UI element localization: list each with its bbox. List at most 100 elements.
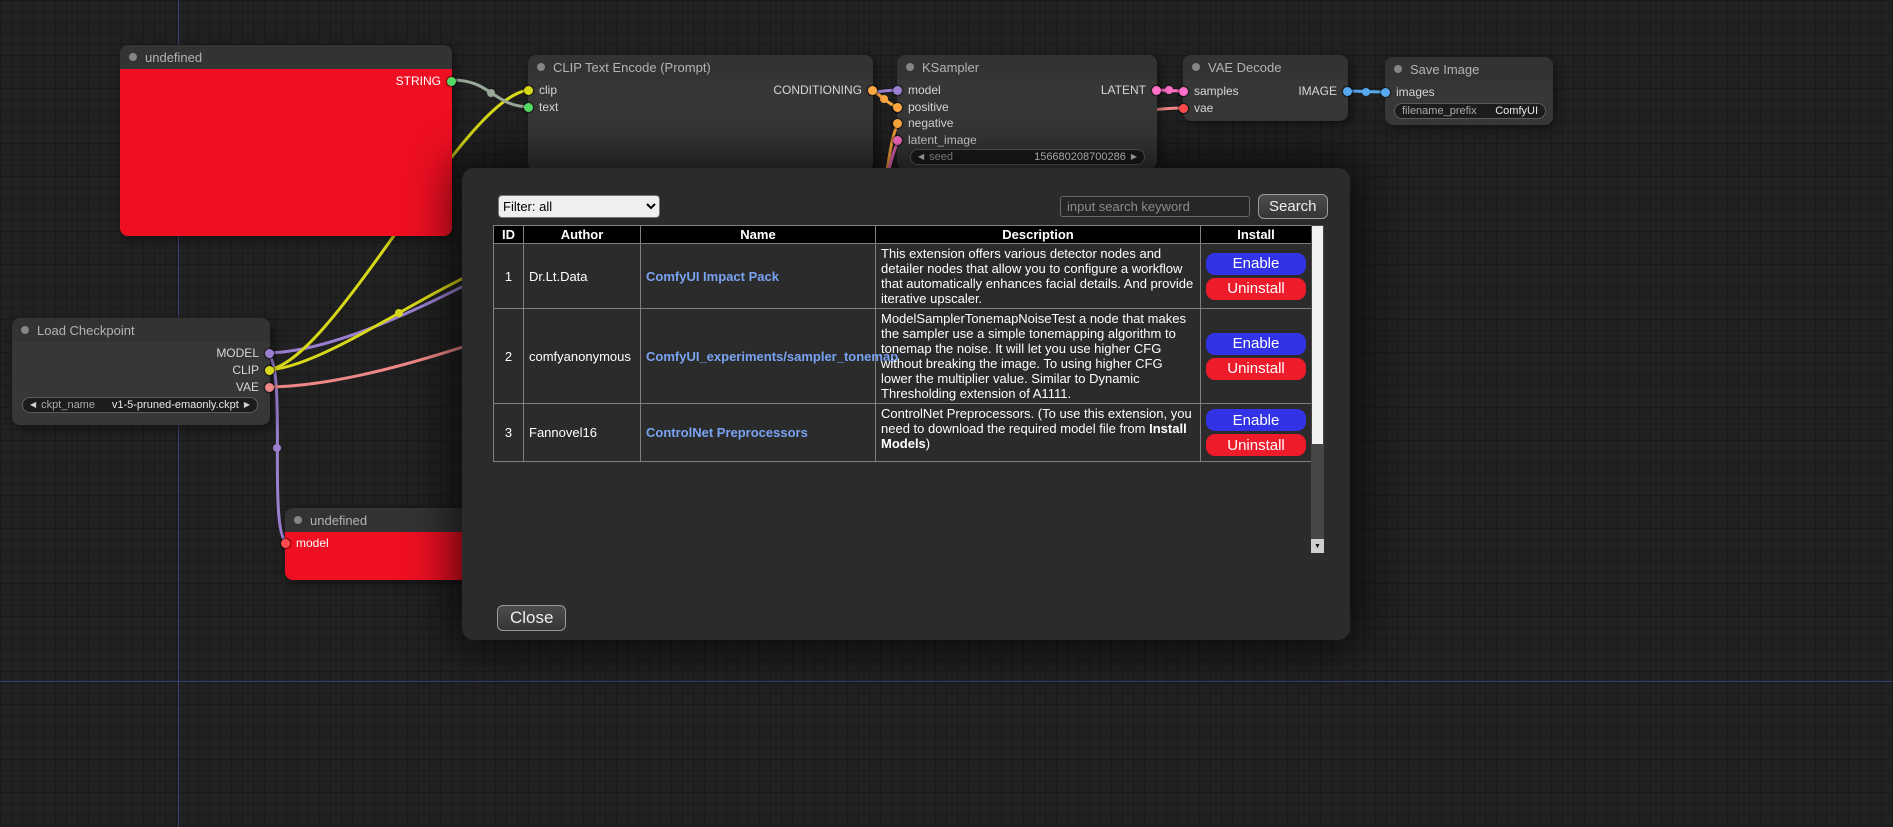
ext-description: ModelSamplerTonemapNoiseTest a node that… <box>876 309 1201 404</box>
collapse-dot-icon[interactable] <box>129 53 137 61</box>
node-titlebar[interactable]: Save Image <box>1385 57 1553 81</box>
ext-id: 3 <box>494 404 524 462</box>
table-header-row: ID Author Name Description Install <box>494 226 1312 244</box>
header-id: ID <box>494 226 524 244</box>
output-port-clip[interactable] <box>265 366 274 375</box>
input-label: clip <box>539 83 557 97</box>
collapse-dot-icon[interactable] <box>294 516 302 524</box>
header-author: Author <box>524 226 641 244</box>
output-label: CLIP <box>232 363 259 377</box>
output-port-latent[interactable] <box>1152 86 1161 95</box>
output-port-model[interactable] <box>265 349 274 358</box>
ext-name-link[interactable]: ControlNet Preprocessors <box>646 425 808 440</box>
widget-value: ComfyUI <box>1495 105 1538 117</box>
output-label: VAE <box>236 380 259 394</box>
output-port-vae[interactable] <box>265 383 274 392</box>
widget-label: filename_prefix <box>1402 105 1477 117</box>
input-label: samples <box>1194 84 1239 98</box>
node-load-checkpoint[interactable]: Load Checkpoint MODEL CLIP VAE ◀ ckpt_na… <box>12 318 270 425</box>
widget-value: 156680208700286 <box>1034 151 1126 163</box>
ext-author: Dr.Lt.Data <box>524 244 641 309</box>
collapse-dot-icon[interactable] <box>906 63 914 71</box>
scroll-down-button[interactable]: ▼ <box>1311 539 1324 553</box>
uninstall-button[interactable]: Uninstall <box>1206 278 1306 300</box>
node-undefined-string[interactable]: undefined STRING <box>120 45 452 236</box>
enable-button[interactable]: Enable <box>1206 409 1306 431</box>
output-port-image[interactable] <box>1343 87 1352 96</box>
grid-axis-horizontal <box>0 681 1893 682</box>
node-ksampler[interactable]: KSampler model positive negative latent_… <box>897 55 1157 169</box>
collapse-dot-icon[interactable] <box>21 326 29 334</box>
input-port-latent-image[interactable] <box>893 136 902 145</box>
input-port-model[interactable] <box>281 539 290 548</box>
node-title: KSampler <box>922 60 979 75</box>
node-clip-text-encode[interactable]: CLIP Text Encode (Prompt) clip text COND… <box>528 55 873 171</box>
node-titlebar[interactable]: Load Checkpoint <box>12 318 270 342</box>
widget-label: ckpt_name <box>41 399 95 411</box>
ext-author: Fannovel16 <box>524 404 641 462</box>
output-label: IMAGE <box>1298 84 1337 98</box>
ckpt-name-widget[interactable]: ◀ ckpt_name v1-5-pruned-emaonly.ckpt ▶ <box>22 397 258 413</box>
ext-author: comfyanonymous <box>524 309 641 404</box>
filter-select[interactable]: Filter: all <box>498 195 660 218</box>
header-install: Install <box>1201 226 1312 244</box>
extension-table-scroll-area: ID Author Name Description Install 1 Dr.… <box>493 225 1324 553</box>
node-titlebar[interactable]: CLIP Text Encode (Prompt) <box>528 55 873 79</box>
collapse-dot-icon[interactable] <box>537 63 545 71</box>
input-port-vae[interactable] <box>1179 104 1188 113</box>
node-titlebar[interactable]: KSampler <box>897 55 1157 79</box>
node-title: Save Image <box>1410 62 1479 77</box>
node-title: undefined <box>145 50 202 65</box>
enable-button[interactable]: Enable <box>1206 333 1306 355</box>
input-port-positive[interactable] <box>893 103 902 112</box>
node-save-image[interactable]: Save Image images filename_prefix ComfyU… <box>1385 57 1553 125</box>
input-label: text <box>539 100 558 114</box>
input-label: negative <box>908 116 953 130</box>
node-vae-decode[interactable]: VAE Decode samples vae IMAGE <box>1183 55 1348 121</box>
ext-id: 1 <box>494 244 524 309</box>
scrollbar[interactable]: ▼ <box>1311 225 1324 553</box>
ext-id: 2 <box>494 309 524 404</box>
scrollbar-thumb[interactable] <box>1312 226 1323 444</box>
widget-label: seed <box>929 151 953 163</box>
ext-name-link[interactable]: ComfyUI Impact Pack <box>646 269 779 284</box>
input-port-model[interactable] <box>893 86 902 95</box>
ext-name-link[interactable]: ComfyUI_experiments/sampler_tonemap <box>646 349 898 364</box>
extension-row: 1 Dr.Lt.Data ComfyUI Impact Pack This ex… <box>494 244 1312 309</box>
next-arrow-icon[interactable]: ▶ <box>244 401 250 409</box>
node-title: VAE Decode <box>1208 60 1281 75</box>
input-port-clip[interactable] <box>524 86 533 95</box>
header-name: Name <box>641 226 876 244</box>
collapse-dot-icon[interactable] <box>1192 63 1200 71</box>
previous-arrow-icon[interactable]: ◀ <box>30 401 36 409</box>
input-port-negative[interactable] <box>893 119 902 128</box>
close-button[interactable]: Close <box>497 605 566 631</box>
uninstall-button[interactable]: Uninstall <box>1206 358 1306 380</box>
node-title: undefined <box>310 513 367 528</box>
input-port-samples[interactable] <box>1179 87 1188 96</box>
enable-button[interactable]: Enable <box>1206 253 1306 275</box>
input-label: model <box>296 536 329 550</box>
output-port-conditioning[interactable] <box>868 86 877 95</box>
header-description: Description <box>876 226 1201 244</box>
output-label: LATENT <box>1101 83 1146 97</box>
search-input[interactable] <box>1060 196 1250 217</box>
search-button[interactable]: Search <box>1258 194 1328 219</box>
seed-widget[interactable]: ◀ seed 156680208700286 ▶ <box>910 149 1145 165</box>
widget-value: v1-5-pruned-emaonly.ckpt <box>112 399 239 411</box>
collapse-dot-icon[interactable] <box>1394 65 1402 73</box>
increment-arrow-icon[interactable]: ▶ <box>1131 153 1137 161</box>
decrement-arrow-icon[interactable]: ◀ <box>918 153 924 161</box>
input-label: model <box>908 83 941 97</box>
ext-description: This extension offers various detector n… <box>876 244 1201 309</box>
filename-prefix-widget[interactable]: filename_prefix ComfyUI <box>1394 103 1546 119</box>
input-port-text[interactable] <box>524 103 533 112</box>
output-port-string[interactable] <box>447 77 456 86</box>
ext-description: ControlNet Preprocessors. (To use this e… <box>876 404 1201 462</box>
extension-row: 3 Fannovel16 ControlNet Preprocessors Co… <box>494 404 1312 462</box>
input-port-images[interactable] <box>1381 88 1390 97</box>
node-titlebar[interactable]: VAE Decode <box>1183 55 1348 79</box>
node-titlebar[interactable]: undefined <box>120 45 452 69</box>
uninstall-button[interactable]: Uninstall <box>1206 434 1306 456</box>
output-label: CONDITIONING <box>773 83 862 97</box>
